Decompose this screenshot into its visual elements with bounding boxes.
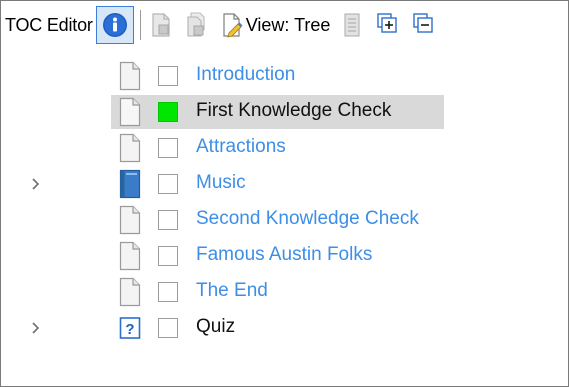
tree-item-label[interactable]: Attractions <box>196 136 286 158</box>
page-icon <box>119 277 141 307</box>
tree-item-label[interactable]: First Knowledge Check <box>196 100 391 122</box>
page-grayed-button[interactable] <box>149 12 173 38</box>
tree-item-attractions[interactable]: Attractions <box>1 130 568 166</box>
view-mode-label: View: Tree <box>245 14 331 35</box>
pages-grayed-button[interactable] <box>185 12 209 38</box>
expand-all-icon <box>377 13 398 33</box>
tree-item-checkbox[interactable] <box>158 318 178 338</box>
tree-item-checkbox[interactable] <box>158 138 178 158</box>
page-icon <box>119 133 141 163</box>
tree-item-checkbox[interactable] <box>158 66 178 86</box>
toolbar-separator <box>139 10 141 40</box>
toolbar: TOC Editor View: Tree <box>1 1 568 49</box>
tree-item-music[interactable]: Music <box>1 166 568 202</box>
tree-item-label[interactable]: Second Knowledge Check <box>196 208 419 230</box>
notes-grayed-icon <box>344 13 360 37</box>
collapse-all-button[interactable] <box>412 12 436 38</box>
page-icon <box>119 205 141 235</box>
tree-item-second-knowledge-check[interactable]: Second Knowledge Check <box>1 202 568 238</box>
chevron-right-icon[interactable] <box>29 175 43 193</box>
tree-item-label[interactable]: Introduction <box>196 64 295 86</box>
tree-item-label[interactable]: Music <box>196 172 246 194</box>
tree-item-checkbox[interactable] <box>158 282 178 302</box>
notes-grayed-button[interactable] <box>340 12 364 38</box>
tree-item-checkbox[interactable] <box>158 174 178 194</box>
info-icon <box>102 13 127 37</box>
tree-item-label[interactable]: Famous Austin Folks <box>196 244 372 266</box>
tree-item-checkbox[interactable] <box>158 102 178 122</box>
page-icon <box>119 97 141 127</box>
toolbar-title: TOC Editor <box>5 14 93 35</box>
page-icon <box>119 241 141 271</box>
toc-tree: Introduction First Knowledge Check Attra… <box>1 58 568 346</box>
tree-item-introduction[interactable]: Introduction <box>1 58 568 94</box>
tree-item-the-end[interactable]: The End <box>1 274 568 310</box>
tree-item-first-knowledge-check[interactable]: First Knowledge Check <box>1 94 568 130</box>
quiz-icon: ? <box>119 317 141 339</box>
view-mode-button[interactable]: View: Tree <box>221 12 331 38</box>
info-button[interactable] <box>95 6 134 44</box>
svg-text:?: ? <box>125 321 134 338</box>
tree-item-label[interactable]: The End <box>196 280 268 302</box>
pages-grayed-icon <box>187 12 205 37</box>
expand-all-button[interactable] <box>376 12 400 38</box>
tree-item-label[interactable]: Quiz <box>196 316 235 338</box>
book-icon <box>119 169 141 199</box>
page-edit-icon <box>223 13 243 38</box>
page-grayed-icon <box>152 13 170 37</box>
tree-item-quiz[interactable]: ? Quiz <box>1 310 568 346</box>
toc-editor-panel: TOC Editor View: Tree Introduction First… <box>0 0 569 387</box>
chevron-right-icon[interactable] <box>29 319 43 337</box>
page-icon <box>119 61 141 91</box>
tree-item-famous-austin-folks[interactable]: Famous Austin Folks <box>1 238 568 274</box>
collapse-all-icon <box>413 13 434 33</box>
tree-item-checkbox[interactable] <box>158 246 178 266</box>
tree-item-checkbox[interactable] <box>158 210 178 230</box>
